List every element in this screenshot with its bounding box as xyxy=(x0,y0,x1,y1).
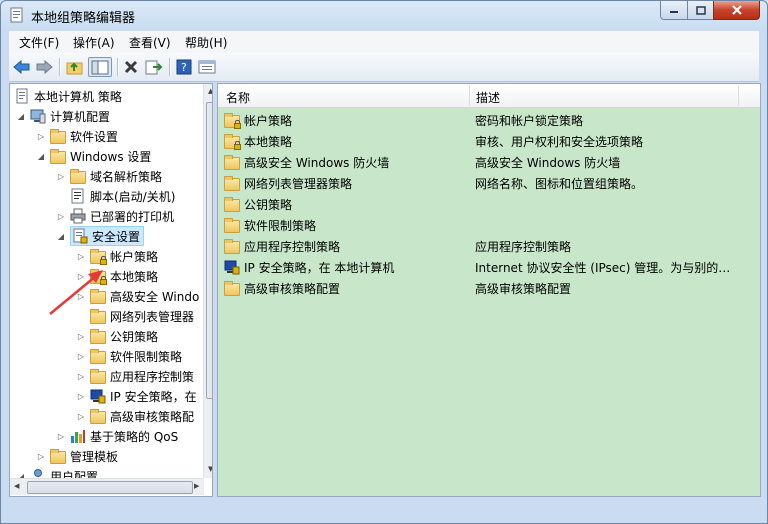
list-header: 名称 描述 xyxy=(218,84,760,108)
delete-icon[interactable] xyxy=(121,57,141,77)
back-arrow-icon[interactable] xyxy=(12,57,32,77)
maximize-button[interactable] xyxy=(687,1,714,20)
column-divider[interactable] xyxy=(738,86,739,106)
status-bar xyxy=(9,497,759,517)
column-header-description[interactable]: 描述 xyxy=(476,89,500,106)
ip-security-icon xyxy=(224,259,240,275)
menu-file[interactable]: 文件(F) xyxy=(19,34,59,51)
forward-arrow-icon[interactable] xyxy=(34,57,54,77)
properties-icon[interactable] xyxy=(197,57,217,77)
menu-action[interactable]: 操作(A) xyxy=(73,34,115,51)
list-item-description: 审核、用户权利和安全选项策略 xyxy=(475,134,644,149)
locked-folder-icon xyxy=(224,133,241,150)
toolbar-separator xyxy=(59,58,61,76)
menu-bar: 文件(F) 操作(A) 查看(V) 帮助(H) xyxy=(9,31,759,53)
title-bar[interactable]: 本地组策略编辑器 xyxy=(1,1,767,29)
menu-help[interactable]: 帮助(H) xyxy=(185,34,227,51)
export-icon[interactable] xyxy=(144,57,164,77)
help-icon[interactable]: ? xyxy=(174,57,194,77)
list-item-name: 高级安全 Windows 防火墙 xyxy=(244,155,390,170)
list-item[interactable]: 高级安全 Windows 防火墙 高级安全 Windows 防火墙 xyxy=(218,152,760,172)
menu-view[interactable]: 查看(V) xyxy=(129,34,171,51)
list-item[interactable]: 帐户策略 密码和帐户锁定策略 xyxy=(218,110,760,130)
list-item-name: 帐户策略 xyxy=(244,113,293,128)
up-folder-icon[interactable] xyxy=(65,57,85,77)
list-item-description: 高级审核策略配置 xyxy=(475,281,572,296)
list-item-name: 应用程序控制策略 xyxy=(244,239,341,254)
list-item[interactable]: 应用程序控制策略 应用程序控制策略 xyxy=(218,236,760,256)
folder-icon xyxy=(224,280,240,296)
svg-text:?: ? xyxy=(181,61,187,74)
list-item-name: IP 安全策略，在 本地计算机 xyxy=(244,260,395,275)
list-item[interactable]: 网络列表管理器策略 网络名称、图标和位置组策略。 xyxy=(218,173,760,193)
details-pane: 名称 描述 帐户策略 密码和帐户锁定策略 本地策略 审核、用户权利和安全选项策略… xyxy=(217,83,761,497)
list-item-name: 本地策略 xyxy=(244,134,293,149)
list-item[interactable]: 公钥策略 xyxy=(218,194,760,214)
list-item[interactable]: 本地策略 审核、用户权利和安全选项策略 xyxy=(218,131,760,151)
folder-icon xyxy=(224,238,240,254)
app-icon xyxy=(9,7,25,23)
column-header-name[interactable]: 名称 xyxy=(226,89,250,106)
toolbar-separator xyxy=(169,58,171,76)
minimize-button[interactable] xyxy=(660,1,688,20)
column-divider[interactable] xyxy=(469,86,470,106)
show-tree-icon[interactable] xyxy=(88,57,112,77)
list-item-description: 高级安全 Windows 防火墙 xyxy=(475,155,621,170)
tree-pane: 本地计算机 策略 ◢ 计算机配置 ▷ 软件设置 ◢ Windows 设置 ▷ 域… xyxy=(9,83,213,497)
list-item-name: 网络列表管理器策略 xyxy=(244,176,353,191)
list-item[interactable]: 软件限制策略 xyxy=(218,215,760,235)
folder-icon xyxy=(224,217,240,233)
list-item-description: 应用程序控制策略 xyxy=(475,239,572,254)
list-item-name: 公钥策略 xyxy=(244,197,293,212)
folder-icon xyxy=(224,196,240,212)
list-item[interactable]: IP 安全策略，在 本地计算机 Internet 协议安全性 (IPsec) 管… xyxy=(218,257,760,277)
toolbar-separator xyxy=(117,58,119,76)
close-button[interactable] xyxy=(713,1,760,20)
toolbar: ? xyxy=(9,53,759,82)
app-window: 本地组策略编辑器 文件(F) 操作(A) 查看(V) 帮助(H) ? 本地计算机… xyxy=(0,0,768,524)
list-item[interactable]: 高级审核策略配置 高级审核策略配置 xyxy=(218,278,760,298)
list-item-name: 高级审核策略配置 xyxy=(244,281,341,296)
folder-icon xyxy=(224,154,240,170)
list-item-description: Internet 协议安全性 (IPsec) 管理。为与别的… xyxy=(475,260,731,275)
folder-icon xyxy=(224,175,240,191)
list-item-description: 密码和帐户锁定策略 xyxy=(475,113,584,128)
window-title: 本地组策略编辑器 xyxy=(31,11,136,26)
list-item-description: 网络名称、图标和位置组策略。 xyxy=(475,176,644,191)
list-item-name: 软件限制策略 xyxy=(244,218,317,233)
locked-folder-icon xyxy=(224,112,241,129)
annotation-arrow xyxy=(49,270,103,315)
